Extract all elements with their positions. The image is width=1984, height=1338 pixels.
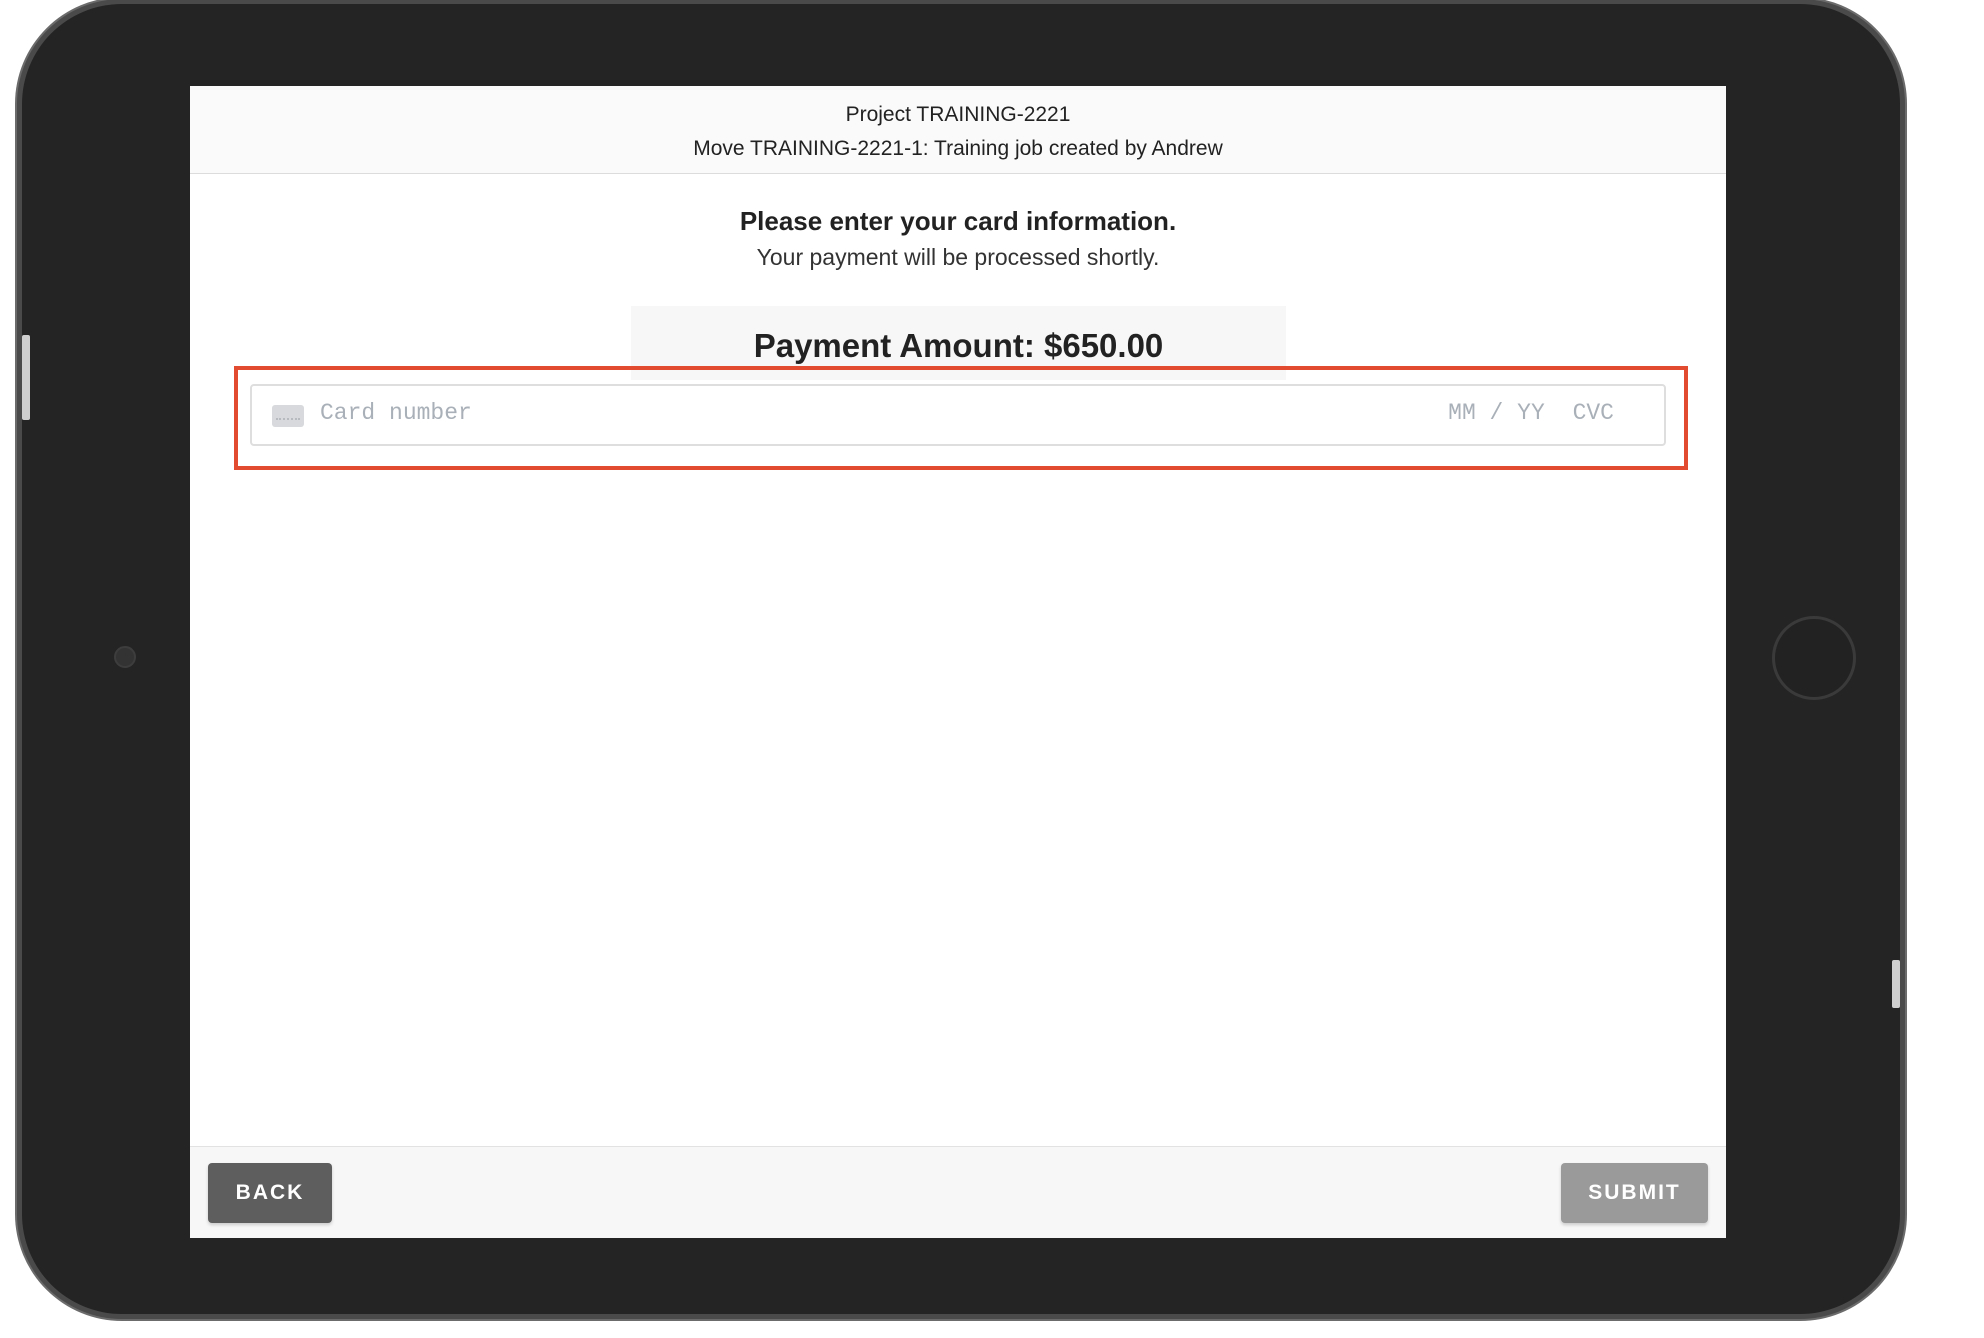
card-input[interactable]: Card number MM / YY CVC	[250, 384, 1666, 446]
submit-button[interactable]: SUBMIT	[1561, 1163, 1708, 1223]
front-camera	[114, 646, 136, 668]
cvc-field[interactable]: CVC	[1573, 400, 1614, 426]
home-button[interactable]	[1772, 616, 1856, 700]
payment-prompt: Please enter your card information. Your…	[190, 204, 1726, 276]
credit-card-icon	[272, 405, 304, 427]
power-button	[1892, 960, 1900, 1008]
volume-button	[22, 335, 30, 420]
card-number-field[interactable]: Card number	[320, 400, 472, 426]
move-title: Move TRAINING-2221-1: Training job creat…	[693, 137, 1223, 160]
job-header: Project TRAINING-2221 Move TRAINING-2221…	[190, 86, 1726, 174]
prompt-title: Please enter your card information.	[739, 206, 1177, 236]
back-button[interactable]: BACK	[208, 1163, 332, 1223]
prompt-subtitle: Your payment will be processed shortly.	[756, 244, 1160, 270]
app-screen: Project TRAINING-2221 Move TRAINING-2221…	[190, 86, 1726, 1238]
footer-bar: BACK SUBMIT	[190, 1146, 1726, 1238]
project-title: Project TRAINING-2221	[845, 103, 1071, 126]
expiry-field[interactable]: MM / YY	[1448, 400, 1545, 426]
card-meta-fields: MM / YY CVC	[1434, 400, 1614, 426]
